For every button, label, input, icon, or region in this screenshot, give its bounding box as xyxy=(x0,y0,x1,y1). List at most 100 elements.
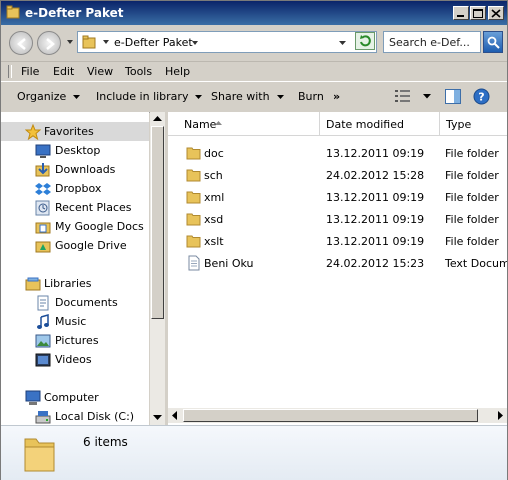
file-date: 13.12.2011 09:19 xyxy=(326,147,425,160)
close-button[interactable] xyxy=(488,6,504,20)
nav-item-dropbox[interactable]: Dropbox xyxy=(1,179,149,198)
nav-item-desktop[interactable]: Desktop xyxy=(1,141,149,160)
recent-pages-chevron-icon[interactable] xyxy=(65,37,75,47)
libraries-icon xyxy=(25,277,41,291)
address-bar[interactable]: e-Defter Paket xyxy=(77,31,377,53)
chevron-down-icon xyxy=(195,94,203,99)
scroll-up-icon[interactable] xyxy=(150,112,165,126)
burn-label: Burn xyxy=(298,90,324,103)
menu-edit[interactable]: Edit xyxy=(49,64,78,79)
file-row[interactable]: Beni Oku 24.02.2012 15:23 Text Document xyxy=(168,252,507,274)
nav-item-pictures[interactable]: Pictures xyxy=(1,331,149,350)
file-row[interactable]: doc 13.12.2011 09:19 File folder xyxy=(168,142,507,164)
file-date: 13.12.2011 09:19 xyxy=(326,235,425,248)
nav-scrollbar-thumb[interactable] xyxy=(151,126,164,319)
minimize-button[interactable] xyxy=(453,6,469,20)
nav-computer[interactable]: Computer xyxy=(1,388,149,407)
refresh-button[interactable] xyxy=(355,32,375,50)
file-name: xml xyxy=(204,191,225,204)
file-name: Beni Oku xyxy=(204,257,254,270)
maximize-button[interactable] xyxy=(470,6,486,20)
menu-bar: File Edit View Tools Help xyxy=(1,61,507,81)
view-options-icon[interactable] xyxy=(395,89,411,103)
nav-item-videos[interactable]: Videos xyxy=(1,350,149,369)
scroll-right-icon[interactable] xyxy=(492,408,507,423)
file-row[interactable]: xml 13.12.2011 09:19 File folder xyxy=(168,186,507,208)
search-input[interactable]: Search e-Def... xyxy=(383,31,481,53)
pictures-icon xyxy=(35,334,51,348)
horizontal-scrollbar-thumb[interactable] xyxy=(183,409,478,422)
more-commands-button[interactable]: » xyxy=(333,90,340,103)
window-title: e-Defter Paket xyxy=(25,6,124,20)
file-name: xslt xyxy=(204,235,224,248)
file-type: File folder xyxy=(445,191,499,204)
file-type: File folder xyxy=(445,235,499,248)
help-icon[interactable]: ? xyxy=(473,88,490,105)
desktop-icon xyxy=(35,144,51,158)
menu-tools[interactable]: Tools xyxy=(121,64,156,79)
file-list[interactable]: Name Date modified Type doc 13.12.2011 0… xyxy=(168,112,507,425)
navigation-pane[interactable]: Favorites Desktop Downloads Dropbox Rece… xyxy=(1,112,149,425)
forward-button[interactable] xyxy=(37,31,61,55)
nav-item-label: My Google Docs xyxy=(55,220,144,233)
minimize-icon xyxy=(457,15,464,17)
scroll-left-icon[interactable] xyxy=(168,408,183,423)
view-chevron-icon[interactable] xyxy=(423,94,431,99)
folder-icon xyxy=(6,5,20,19)
folder-icon xyxy=(186,213,201,226)
text-document-icon xyxy=(188,255,200,271)
nav-item-label: Recent Places xyxy=(55,201,132,214)
title-bar[interactable]: e-Defter Paket xyxy=(1,1,507,25)
organize-label: Organize xyxy=(17,90,67,103)
search-button[interactable] xyxy=(483,31,503,53)
include-in-library-button[interactable]: Include in library xyxy=(96,90,203,103)
file-name: xsd xyxy=(204,213,224,226)
google-docs-folder-icon xyxy=(35,222,51,234)
folder-icon xyxy=(186,147,201,160)
details-pane: 6 items xyxy=(1,425,507,480)
preview-pane-icon[interactable] xyxy=(445,89,461,104)
chevron-down-icon xyxy=(73,94,81,99)
column-header-date[interactable]: Date modified xyxy=(320,112,440,136)
nav-item-documents[interactable]: Documents xyxy=(1,293,149,312)
breadcrumb-separator-icon[interactable] xyxy=(102,38,110,46)
music-icon xyxy=(37,314,49,329)
burn-button[interactable]: Burn xyxy=(298,90,324,103)
chevron-down-icon xyxy=(276,94,284,99)
address-history-chevron-icon[interactable] xyxy=(338,39,347,47)
nav-item-music[interactable]: Music xyxy=(1,312,149,331)
search-icon xyxy=(487,36,500,49)
recent-places-icon xyxy=(35,200,50,216)
file-row[interactable]: xslt 13.12.2011 09:19 File folder xyxy=(168,230,507,252)
nav-item-downloads[interactable]: Downloads xyxy=(1,160,149,179)
scroll-down-icon[interactable] xyxy=(150,410,165,424)
breadcrumb-current[interactable]: e-Defter Paket xyxy=(114,36,193,49)
arrow-right-icon xyxy=(46,38,55,50)
organize-button[interactable]: Organize xyxy=(17,90,81,103)
nav-favorites[interactable]: Favorites xyxy=(1,122,149,141)
column-header-type[interactable]: Type xyxy=(440,112,507,136)
svg-text:?: ? xyxy=(478,91,484,104)
nav-scrollbar[interactable] xyxy=(150,112,165,425)
file-row[interactable]: xsd 13.12.2011 09:19 File folder xyxy=(168,208,507,230)
file-list-horizontal-scrollbar[interactable] xyxy=(168,408,507,423)
toolbar-grip[interactable] xyxy=(8,65,12,78)
nav-item-label: Dropbox xyxy=(55,182,102,195)
file-row[interactable]: sch 24.02.2012 15:28 File folder xyxy=(168,164,507,186)
dropbox-icon xyxy=(35,183,51,195)
column-date-label: Date modified xyxy=(326,118,404,131)
nav-item-recent-places[interactable]: Recent Places xyxy=(1,198,149,217)
nav-item-my-google-docs[interactable]: My Google Docs xyxy=(1,217,149,236)
menu-file[interactable]: File xyxy=(17,64,43,79)
breadcrumb-chevron-icon[interactable] xyxy=(191,39,199,47)
nav-item-google-drive[interactable]: Google Drive xyxy=(1,236,149,255)
nav-libraries[interactable]: Libraries xyxy=(1,274,149,293)
menu-view[interactable]: View xyxy=(83,64,117,79)
column-header-name[interactable]: Name xyxy=(168,112,320,136)
menu-help[interactable]: Help xyxy=(161,64,194,79)
command-bar: Organize Include in library Share with B… xyxy=(1,81,507,113)
share-with-button[interactable]: Share with xyxy=(211,90,284,103)
back-button[interactable] xyxy=(9,31,33,55)
address-row: e-Defter Paket Search e-Def... xyxy=(1,25,507,61)
nav-item-local-disk[interactable]: Local Disk (C:) xyxy=(1,407,149,425)
